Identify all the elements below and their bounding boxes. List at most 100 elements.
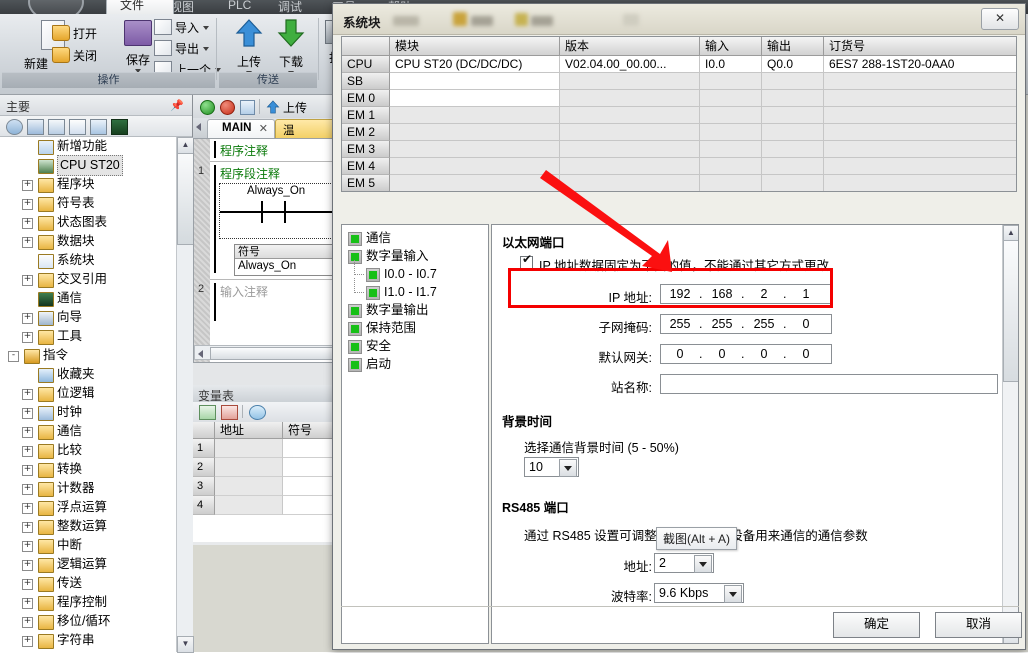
var-cell-address[interactable] — [215, 496, 283, 515]
hscroll-thumb[interactable] — [210, 347, 337, 360]
module-table-row[interactable]: EM 0 — [342, 90, 1016, 107]
module-cell-order_no[interactable] — [824, 158, 1016, 175]
module-table-row[interactable]: SB — [342, 73, 1016, 90]
module-cell-input[interactable] — [700, 158, 762, 175]
module-cell-input[interactable]: I0.0 — [700, 56, 762, 73]
view-grid-icon[interactable] — [27, 119, 44, 135]
tree-item-25[interactable]: + 移位/循环 — [0, 612, 176, 631]
module-cell-version[interactable] — [560, 124, 700, 141]
cancel-button[interactable]: 取消 — [935, 612, 1022, 638]
module-cell-version[interactable] — [560, 175, 700, 191]
module-cell-order_no[interactable] — [824, 90, 1016, 107]
chevron-down-icon[interactable] — [724, 585, 742, 603]
dialog-nav-item-7[interactable]: 启动 — [342, 355, 488, 373]
export-button[interactable]: 导出 — [154, 39, 210, 59]
tree-item-23[interactable]: + 传送 — [0, 574, 176, 593]
mask-octet-4[interactable]: 0 — [789, 317, 823, 331]
module-table-row[interactable]: EM 4 — [342, 158, 1016, 175]
import-button[interactable]: 导入 — [154, 18, 210, 38]
module-cell-version[interactable] — [560, 90, 700, 107]
module-cell-module[interactable] — [390, 107, 560, 124]
module-cell-order_no[interactable]: 6ES7 288-1ST20-0AA0 — [824, 56, 1016, 73]
module-cell-module[interactable] — [390, 73, 560, 90]
dialog-close-button[interactable]: ✕ — [981, 8, 1019, 30]
tab-main-close-icon[interactable]: ✕ — [259, 122, 268, 135]
tree-item-13[interactable]: + 位逻辑 — [0, 384, 176, 403]
compile-icon[interactable] — [240, 100, 255, 115]
tree-expander[interactable]: + — [22, 313, 33, 324]
dialog-nav-item-6[interactable]: 安全 — [342, 337, 488, 355]
tree-expander[interactable]: + — [22, 560, 33, 571]
tree-expander[interactable]: + — [22, 446, 33, 457]
delete-row-icon[interactable] — [221, 405, 238, 420]
tree-expander[interactable]: + — [22, 199, 33, 210]
module-table[interactable]: 模块 版本 输入 输出 订货号 CPU CPU ST20 (DC/DC/DC) V02.04.… — [341, 36, 1017, 192]
module-table-row[interactable]: EM 1 — [342, 107, 1016, 124]
tree-expander[interactable]: + — [22, 180, 33, 191]
tree-item-10[interactable]: + 工具 — [0, 327, 176, 346]
var-row[interactable]: 4 — [193, 496, 340, 515]
upload-small-icon[interactable] — [266, 100, 280, 114]
ok-button[interactable]: 确定 — [833, 612, 920, 638]
dialog-nav-item-5[interactable]: 保持范围 — [342, 319, 488, 337]
tree-expander[interactable]: + — [22, 237, 33, 248]
module-table-row[interactable]: EM 2 — [342, 124, 1016, 141]
background-time-select[interactable]: 10 — [524, 457, 579, 477]
module-cell-version[interactable] — [560, 107, 700, 124]
tree-item-6[interactable]: 系统块 — [0, 251, 176, 270]
module-cell-output[interactable] — [762, 90, 824, 107]
close-button[interactable]: 关闭 — [52, 46, 97, 66]
tree-expander[interactable]: + — [22, 275, 33, 286]
insert-row-icon[interactable] — [199, 405, 216, 420]
gateway-octet-4[interactable]: 0 — [789, 347, 823, 361]
module-cell-module[interactable] — [390, 158, 560, 175]
project-tree-scrollbar[interactable]: ▲ ▼ — [176, 137, 194, 653]
dialog-nav-item-4[interactable]: 数字量输出 — [342, 301, 488, 319]
rs485-address-select[interactable]: 2 — [654, 553, 714, 573]
subnet-mask-input[interactable]: 255 . 255 . 255 . 0 — [660, 314, 832, 334]
module-cell-order_no[interactable] — [824, 175, 1016, 191]
dialog-nav-item-0[interactable]: 通信 — [342, 229, 488, 247]
open-button[interactable]: 打开 — [52, 24, 97, 44]
module-cell-input[interactable] — [700, 124, 762, 141]
tree-item-5[interactable]: + 数据块 — [0, 232, 176, 251]
module-cell-input[interactable] — [700, 73, 762, 90]
tree-expander[interactable]: + — [22, 408, 33, 419]
tab-scroll-left-icon[interactable] — [196, 123, 201, 131]
tree-expander[interactable]: + — [22, 636, 33, 647]
chevron-down-icon[interactable] — [694, 555, 712, 573]
module-cell-version[interactable] — [560, 141, 700, 158]
module-table-row[interactable]: EM 5 — [342, 175, 1016, 191]
module-cell-module[interactable] — [390, 175, 560, 191]
tree-item-17[interactable]: + 转换 — [0, 460, 176, 479]
tree-item-15[interactable]: + 通信 — [0, 422, 176, 441]
tree-expander[interactable]: + — [22, 617, 33, 628]
module-cell-input[interactable] — [700, 175, 762, 191]
pin-icon[interactable]: 📌 — [170, 99, 184, 112]
var-row[interactable]: 2 — [193, 458, 340, 477]
menu-item-plc[interactable]: PLC — [228, 0, 251, 12]
module-cell-output[interactable] — [762, 158, 824, 175]
tree-item-1[interactable]: CPU ST20 — [0, 155, 176, 176]
view-list-icon[interactable] — [48, 119, 65, 135]
tree-item-4[interactable]: + 状态图表 — [0, 213, 176, 232]
var-row[interactable]: 1 — [193, 439, 340, 458]
nav-checkbox[interactable] — [366, 286, 380, 300]
tree-expander[interactable]: + — [22, 522, 33, 533]
module-cell-version[interactable]: V02.04.00_00.00... — [560, 56, 700, 73]
gateway-octet-1[interactable]: 0 — [663, 347, 697, 361]
hscroll-left-icon[interactable] — [198, 350, 203, 358]
rs485-baud-select[interactable]: 9.6 Kbps — [654, 583, 744, 603]
tree-expander[interactable]: + — [22, 389, 33, 400]
tree-expander[interactable]: + — [22, 332, 33, 343]
nav-checkbox[interactable] — [348, 304, 362, 318]
tree-item-3[interactable]: + 符号表 — [0, 194, 176, 213]
variable-table-grid[interactable]: 地址 符号 1 2 3 4 — [193, 422, 340, 542]
mask-octet-3[interactable]: 255 — [747, 317, 781, 331]
tree-item-21[interactable]: + 中断 — [0, 536, 176, 555]
tree-item-26[interactable]: + 字符串 — [0, 631, 176, 650]
tree-item-24[interactable]: + 程序控制 — [0, 593, 176, 612]
tree-item-9[interactable]: + 向导 — [0, 308, 176, 327]
var-cell-address[interactable] — [215, 477, 283, 496]
tree-item-16[interactable]: + 比较 — [0, 441, 176, 460]
